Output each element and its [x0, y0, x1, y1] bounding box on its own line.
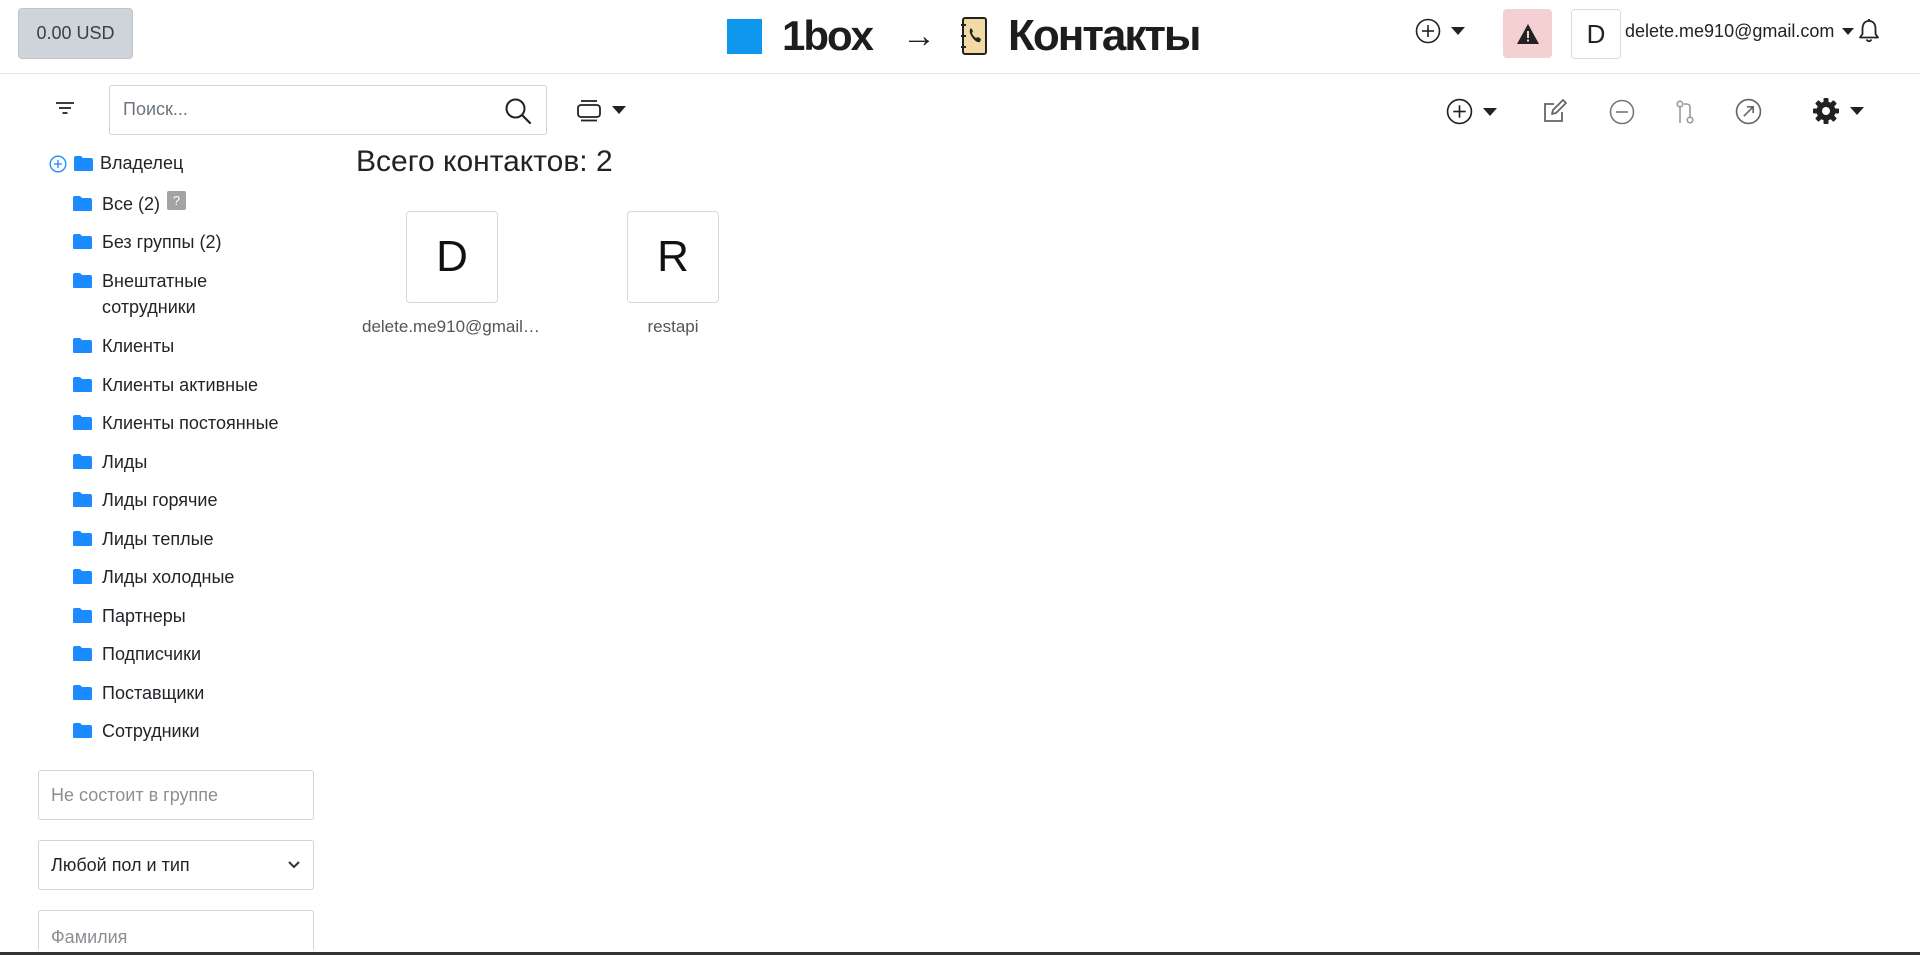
top-bar: 0.00 USD 1box → Контакты D delete.me910@	[0, 0, 1920, 74]
folder-icon	[74, 156, 93, 171]
group-label: Внештатные сотрудники	[102, 271, 208, 317]
gender-type-select[interactable]: Любой пол и тип	[38, 840, 314, 890]
group-item[interactable]: Лиды горячие	[72, 487, 218, 513]
brand-name[interactable]: 1box	[782, 12, 874, 60]
plus-circle-icon	[1415, 18, 1441, 44]
chevron-down-icon	[612, 106, 626, 114]
brand-breadcrumb: 1box → Контакты	[727, 11, 1202, 60]
user-email: delete.me910@gmail.com	[1625, 21, 1835, 41]
folder-icon	[73, 608, 92, 623]
group-item[interactable]: Клиенты	[72, 333, 174, 359]
group-item[interactable]: Клиенты активные	[72, 372, 258, 398]
search-icon[interactable]	[504, 97, 532, 125]
add-contact-button[interactable]	[1446, 98, 1497, 125]
edit-icon[interactable]	[1542, 98, 1568, 124]
balance-button[interactable]: 0.00 USD	[18, 8, 133, 59]
group-item[interactable]: Лиды холодные	[72, 564, 234, 590]
arrow-right-icon: →	[902, 16, 937, 55]
group-item[interactable]: Лиды	[72, 449, 147, 475]
chevron-down-icon	[1850, 107, 1864, 115]
contact-name[interactable]: restapi	[583, 317, 763, 337]
folder-icon	[73, 569, 92, 584]
surname-input[interactable]	[38, 910, 314, 950]
folder-icon	[73, 234, 92, 249]
tree-root-label: Владелец	[100, 153, 184, 173]
contacts-total: Всего контактов: 2	[356, 145, 613, 178]
group-item[interactable]: Подписчики	[72, 641, 201, 667]
folder-icon	[73, 273, 92, 288]
tree-root-owner[interactable]: Владелец	[49, 153, 183, 174]
group-item[interactable]: Клиенты постоянные	[72, 410, 279, 436]
search-input[interactable]	[110, 86, 493, 132]
group-label: Поставщики	[102, 683, 205, 703]
settings-button[interactable]	[1812, 97, 1864, 125]
plus-circle-icon	[1446, 98, 1473, 125]
search-box	[109, 85, 547, 135]
folder-icon	[73, 196, 92, 211]
group-label: Партнеры	[102, 606, 186, 626]
bell-icon[interactable]	[1858, 18, 1880, 44]
group-item[interactable]: Поставщики	[72, 680, 204, 706]
group-label: Клиенты постоянные	[102, 413, 279, 433]
user-avatar[interactable]: D	[1571, 9, 1621, 59]
group-label: Все (2)	[102, 194, 161, 214]
folder-icon	[73, 377, 92, 392]
group-item-no-group[interactable]: Без группы (2)	[72, 229, 222, 255]
expand-plus-icon[interactable]	[49, 155, 67, 173]
contact-card[interactable]: D delete.me910@gmail.com	[362, 211, 542, 337]
folder-icon	[73, 646, 92, 661]
folder-icon	[73, 415, 92, 430]
minus-circle-icon[interactable]	[1609, 99, 1635, 125]
group-label: Подписчики	[102, 644, 202, 664]
view-cards-icon	[577, 100, 601, 122]
group-item-freelancers[interactable]: Внештатные сотрудники	[72, 268, 272, 320]
group-item-all[interactable]: Все (2) ?	[72, 191, 187, 217]
gender-type-value: Любой пол и тип	[51, 854, 190, 875]
contact-name[interactable]: delete.me910@gmail.com	[362, 317, 542, 337]
open-external-icon[interactable]	[1735, 98, 1762, 125]
contact-avatar[interactable]: D	[406, 211, 498, 303]
user-menu[interactable]: delete.me910@gmail.com	[1625, 21, 1855, 42]
warning-icon	[1516, 23, 1539, 44]
folder-icon	[73, 454, 92, 469]
folder-icon	[73, 492, 92, 507]
chevron-down-icon	[1451, 27, 1465, 35]
group-label: Без группы (2)	[102, 232, 222, 252]
alert-button[interactable]	[1503, 9, 1552, 58]
folder-icon	[73, 685, 92, 700]
contact-avatar[interactable]: R	[627, 211, 719, 303]
brand-logo-icon[interactable]	[727, 18, 762, 54]
chevron-down-icon	[288, 861, 300, 869]
chevron-down-icon	[1483, 107, 1497, 116]
gear-icon	[1813, 98, 1839, 124]
filter-icon[interactable]	[55, 100, 75, 116]
group-item[interactable]: Партнеры	[72, 603, 186, 629]
group-label: Лиды горячие	[102, 490, 218, 510]
module-title: Контакты	[1008, 11, 1201, 60]
group-label: Лиды	[102, 452, 148, 472]
contacts-book-icon	[961, 17, 988, 55]
group-label: Сотрудники	[102, 721, 200, 741]
group-item[interactable]: Сотрудники	[72, 718, 200, 744]
group-item[interactable]: Лиды теплые	[72, 526, 214, 552]
help-badge[interactable]: ?	[167, 191, 187, 210]
merge-icon[interactable]	[1675, 99, 1695, 125]
chevron-down-icon	[1842, 28, 1855, 35]
view-mode-button[interactable]	[576, 98, 626, 122]
contact-card[interactable]: R restapi	[583, 211, 763, 337]
group-label: Лиды теплые	[102, 529, 214, 549]
group-label: Клиенты	[102, 336, 175, 356]
header-add-button[interactable]	[1415, 18, 1465, 44]
not-in-group-input[interactable]	[38, 770, 314, 820]
folder-icon	[73, 531, 92, 546]
folder-icon	[73, 723, 92, 738]
group-label: Клиенты активные	[102, 375, 259, 395]
group-label: Лиды холодные	[102, 567, 235, 587]
folder-icon	[73, 338, 92, 353]
